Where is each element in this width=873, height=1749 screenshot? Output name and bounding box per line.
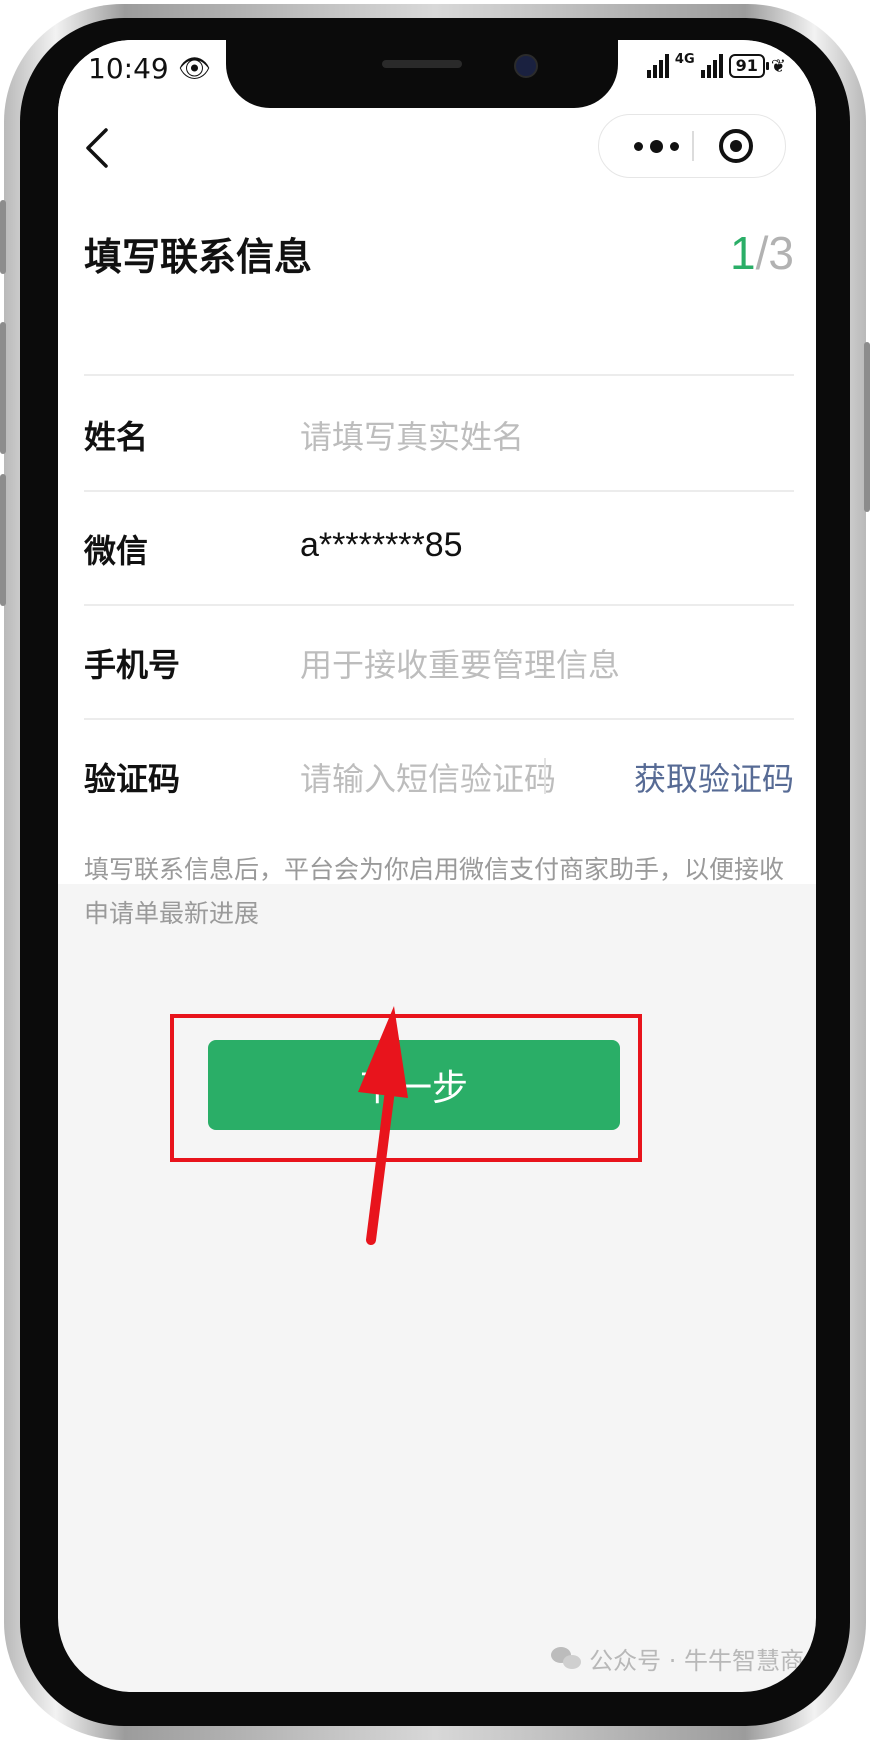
red-arrow-annotation — [358, 1006, 408, 1245]
phone-side-button — [0, 474, 6, 606]
phone-side-button — [0, 200, 6, 274]
phone-screen: 10:49 👁 4G 91 ❦ 填写联系信息 1/3 姓名 请填写真实姓名 微信… — [58, 40, 816, 1692]
watermark: 公众号 · 牛牛智慧商 — [551, 1641, 804, 1676]
watermark-text: 公众号 · 牛牛智慧商 — [589, 1647, 804, 1675]
wechat-icon — [551, 1646, 583, 1671]
phone-side-button — [0, 322, 6, 454]
phone-side-button — [864, 342, 870, 512]
